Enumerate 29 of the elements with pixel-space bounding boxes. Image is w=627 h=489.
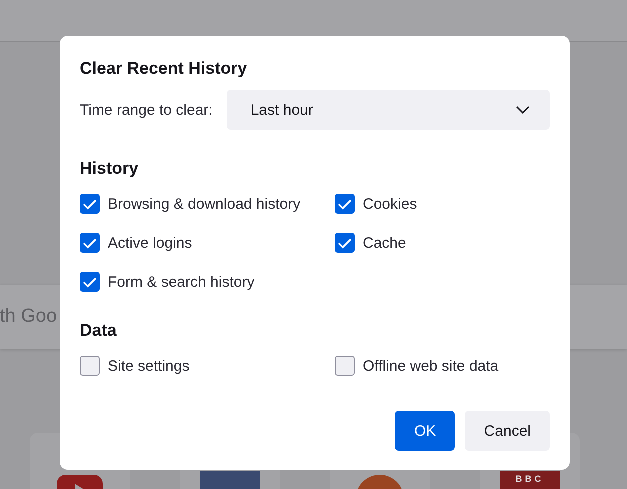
checkbox-label: Site settings: [108, 358, 190, 374]
field-label: Time range to clear:: [80, 102, 213, 118]
checkmark-icon: [83, 198, 97, 210]
checked-checkbox[interactable]: [80, 233, 100, 253]
logo-text: BBC: [516, 474, 544, 485]
checkmark-icon: [83, 276, 97, 288]
checked-checkbox[interactable]: [335, 194, 355, 214]
checkbox-label: Browsing & download history: [108, 196, 301, 212]
checked-checkbox[interactable]: [335, 233, 355, 253]
checkbox-label: Offline web site data: [363, 358, 499, 374]
checkbox[interactable]: [80, 356, 100, 376]
time-range-dropdown[interactable]: Last hour: [226, 90, 550, 130]
checkbox-label: Cookies: [363, 196, 418, 212]
checkbox[interactable]: [335, 356, 355, 376]
cancel-button[interactable]: Cancel: [465, 411, 550, 451]
section-heading: History: [80, 158, 140, 180]
checkmark-icon: [338, 238, 352, 248]
checkbox-label: Cache: [363, 234, 406, 252]
chevron-down-icon: [516, 106, 530, 114]
dialog-title: Clear Recent History: [80, 58, 248, 80]
checkmark-icon: [338, 198, 352, 210]
checked-checkbox[interactable]: [80, 272, 100, 292]
checked-checkbox[interactable]: [80, 194, 100, 214]
checkmark-icon: [83, 238, 97, 248]
search-text: th Goo: [0, 306, 58, 328]
checkbox-label: Active logins: [108, 234, 192, 252]
checkbox-label: Form & search history: [108, 274, 255, 290]
section-heading: Data: [80, 320, 118, 342]
ok-button[interactable]: OK: [395, 411, 456, 451]
